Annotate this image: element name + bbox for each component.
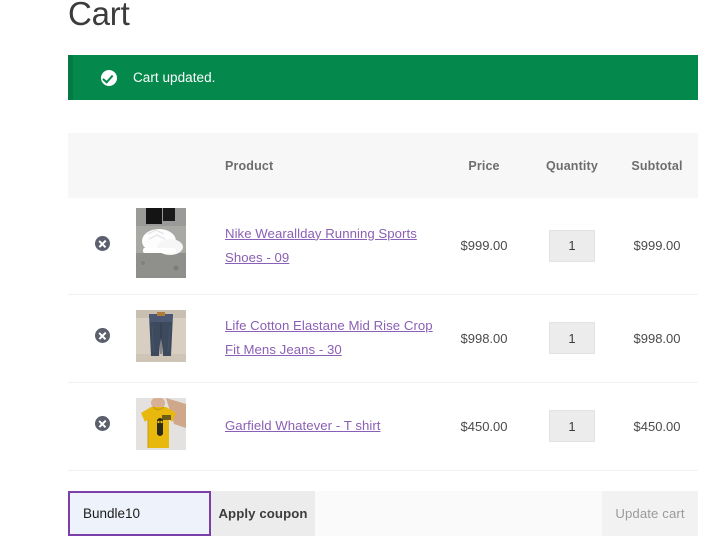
quantity-cell: [528, 382, 616, 470]
remove-item-icon[interactable]: [94, 416, 110, 431]
remove-item-icon[interactable]: [94, 328, 110, 343]
cart-actions-row: Apply coupon Update cart: [68, 491, 698, 536]
notice-accent-bar: [68, 55, 73, 100]
white-sneakers-photo[interactable]: [136, 208, 186, 279]
header-quantity: Quantity: [528, 133, 616, 198]
subtotal-cell: $450.00: [616, 382, 698, 470]
header-subtotal: Subtotal: [616, 133, 698, 198]
product-cell: Life Cotton Elastane Mid Rise Crop Fit M…: [222, 294, 440, 382]
remove-cell: [68, 382, 136, 470]
cart-table-head: Product Price Quantity Subtotal: [68, 133, 698, 198]
product-link[interactable]: Nike Wearallday Running Sports Shoes - 0…: [222, 222, 440, 270]
product-cell: Nike Wearallday Running Sports Shoes - 0…: [222, 198, 440, 294]
table-row: Garfield Whatever - T shirt $450.00 $450…: [68, 382, 698, 470]
price-cell: $999.00: [440, 198, 528, 294]
table-header-row: Product Price Quantity Subtotal: [68, 133, 698, 198]
quantity-stepper[interactable]: [549, 410, 595, 442]
thumbnail-cell: [136, 382, 222, 470]
header-thumbnail: [136, 133, 222, 198]
coupon-code-input[interactable]: [68, 491, 211, 536]
update-cart-button[interactable]: Update cart: [602, 491, 698, 536]
cart-table-body: Nike Wearallday Running Sports Shoes - 0…: [68, 198, 698, 470]
header-product: Product: [222, 133, 440, 198]
quantity-stepper[interactable]: [549, 229, 595, 262]
thumbnail-cell: [136, 294, 222, 382]
header-remove: [68, 133, 136, 198]
subtotal-cell: $998.00: [616, 294, 698, 382]
remove-cell: [68, 198, 136, 294]
cart-table: Product Price Quantity Subtotal Nike Wea…: [68, 133, 698, 471]
actions-spacer: [315, 491, 602, 536]
quantity-stepper[interactable]: [549, 322, 595, 354]
price-cell: $998.00: [440, 294, 528, 382]
thumbnail-cell: [136, 198, 222, 294]
check-circle-icon: [101, 69, 117, 86]
quantity-cell: [528, 294, 616, 382]
remove-cell: [68, 294, 136, 382]
header-price: Price: [440, 133, 528, 198]
cart-updated-notice: Cart updated.: [68, 55, 698, 100]
yellow-tshirt-photo[interactable]: [136, 397, 186, 450]
subtotal-cell: $999.00: [616, 198, 698, 294]
product-link[interactable]: Life Cotton Elastane Mid Rise Crop Fit M…: [222, 314, 440, 362]
notice-message: Cart updated.: [133, 70, 216, 85]
apply-coupon-button[interactable]: Apply coupon: [211, 491, 315, 536]
product-cell: Garfield Whatever - T shirt: [222, 382, 440, 470]
page-title: Cart: [68, 0, 130, 32]
blue-jeans-photo[interactable]: [136, 309, 186, 362]
remove-item-icon[interactable]: [94, 235, 110, 251]
quantity-cell: [528, 198, 616, 294]
product-link[interactable]: Garfield Whatever - T shirt: [222, 414, 381, 438]
table-row: Life Cotton Elastane Mid Rise Crop Fit M…: [68, 294, 698, 382]
cart-page: Cart Cart updated. Product Price Quantit…: [0, 0, 714, 548]
table-row: Nike Wearallday Running Sports Shoes - 0…: [68, 198, 698, 294]
price-cell: $450.00: [440, 382, 528, 470]
